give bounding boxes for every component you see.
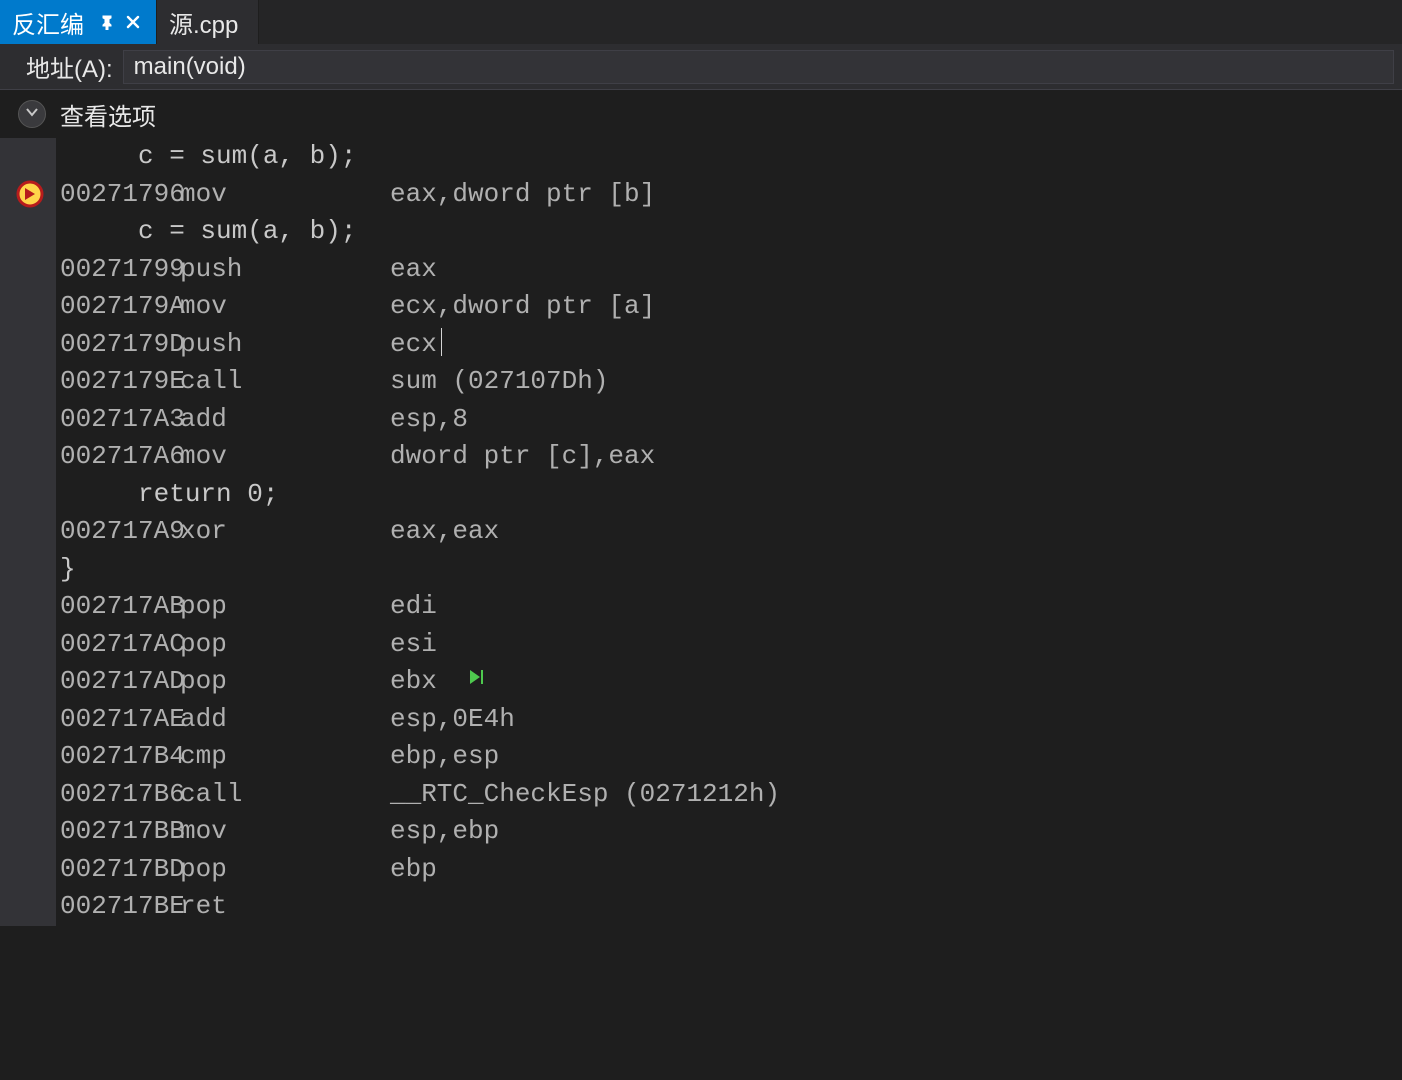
code-line[interactable]: c = sum(a, b); — [60, 213, 1402, 251]
instruction-address: 002717BE — [60, 888, 180, 926]
instruction-address: 002717B4 — [60, 738, 180, 776]
address-bar: 地址(A): — [0, 44, 1402, 90]
code-line[interactable]: c = sum(a, b); — [60, 138, 1402, 176]
tab-label: 源.cpp — [169, 5, 238, 40]
tab-label: 反汇编 — [12, 5, 84, 40]
instruction-mnemonic: pop — [180, 588, 390, 626]
instruction-mnemonic: cmp — [180, 738, 390, 776]
instruction-operands: ebx — [390, 666, 437, 696]
instruction-address: 002717AD — [60, 663, 180, 701]
instruction-operands: esp,8 — [390, 404, 468, 434]
instruction-mnemonic: mov — [180, 176, 390, 214]
instruction-address: 002717A6 — [60, 438, 180, 476]
instruction-mnemonic: ret — [180, 888, 390, 926]
instruction-mnemonic: mov — [180, 288, 390, 326]
instruction-mnemonic: mov — [180, 813, 390, 851]
instruction-address: 002717BB — [60, 813, 180, 851]
instruction-operands: eax — [390, 254, 437, 284]
instruction-operands: sum (027107Dh) — [390, 366, 608, 396]
tab-bar: 反汇编 源.cpp — [0, 0, 1402, 44]
instruction-mnemonic: add — [180, 701, 390, 739]
code-line[interactable]: 002717B6call__RTC_CheckEsp (0271212h) — [60, 776, 1402, 814]
gutter[interactable] — [0, 138, 56, 926]
instruction-operands: dword ptr [c],eax — [390, 441, 655, 471]
source-line: c = sum(a, b); — [60, 216, 356, 246]
code-line[interactable]: 002717BEret — [60, 888, 1402, 926]
code-line[interactable]: 002717ABpopedi — [60, 588, 1402, 626]
code-line[interactable]: 0027179Ecallsum (027107Dh) — [60, 363, 1402, 401]
instruction-address: 002717AB — [60, 588, 180, 626]
run-to-cursor-icon[interactable] — [467, 668, 485, 686]
instruction-mnemonic: call — [180, 363, 390, 401]
instruction-mnemonic: push — [180, 326, 390, 364]
source-line: c = sum(a, b); — [60, 141, 356, 171]
code-line[interactable]: 002717A3addesp,8 — [60, 401, 1402, 439]
view-options-label: 查看选项 — [60, 97, 156, 132]
brace: } — [60, 554, 76, 584]
instruction-operands: eax,eax — [390, 516, 499, 546]
code-line[interactable]: 002717A9xoreax,eax — [60, 513, 1402, 551]
instruction-address: 002717BD — [60, 851, 180, 889]
current-instruction-pointer-icon — [16, 180, 44, 208]
instruction-mnemonic: pop — [180, 851, 390, 889]
instruction-address: 0027179E — [60, 363, 180, 401]
address-input[interactable] — [123, 50, 1394, 84]
code-line[interactable]: } — [60, 551, 1402, 589]
code-line[interactable]: 002717A6movdword ptr [c],eax — [60, 438, 1402, 476]
code-line[interactable]: return 0; — [60, 476, 1402, 514]
tab-disassembly[interactable]: 反汇编 — [0, 0, 157, 44]
instruction-operands: esp,0E4h — [390, 704, 515, 734]
code-line[interactable]: 002717ACpopesi — [60, 626, 1402, 664]
chevron-down-icon — [25, 105, 39, 124]
code-line[interactable]: 002717AEaddesp,0E4h — [60, 701, 1402, 739]
address-label: 地址(A): — [26, 49, 113, 84]
code-line[interactable]: 0027179Dpushecx — [60, 326, 1402, 364]
code-line[interactable]: 00271799pusheax — [60, 251, 1402, 289]
instruction-operands: ebp,esp — [390, 741, 499, 771]
code-line[interactable]: 002717BBmovesp,ebp — [60, 813, 1402, 851]
options-bar: 查看选项 — [0, 90, 1402, 138]
instruction-mnemonic: push — [180, 251, 390, 289]
instruction-operands: esp,ebp — [390, 816, 499, 846]
disassembly-view[interactable]: c = sum(a, b);00271796moveax,dword ptr [… — [0, 138, 1402, 926]
code-lines[interactable]: c = sum(a, b);00271796moveax,dword ptr [… — [56, 138, 1402, 926]
code-line[interactable]: 002717BDpopebp — [60, 851, 1402, 889]
instruction-mnemonic: call — [180, 776, 390, 814]
instruction-mnemonic: mov — [180, 438, 390, 476]
instruction-address: 002717AC — [60, 626, 180, 664]
view-options-toggle[interactable] — [18, 100, 46, 128]
tab-source-cpp[interactable]: 源.cpp — [157, 0, 259, 44]
instruction-address: 002717A3 — [60, 401, 180, 439]
code-line[interactable]: 0027179Amovecx,dword ptr [a] — [60, 288, 1402, 326]
instruction-address: 002717A9 — [60, 513, 180, 551]
instruction-address: 002717B6 — [60, 776, 180, 814]
text-cursor — [441, 328, 442, 356]
instruction-address: 0027179A — [60, 288, 180, 326]
instruction-operands: edi — [390, 591, 437, 621]
instruction-operands: esi — [390, 629, 437, 659]
instruction-mnemonic: xor — [180, 513, 390, 551]
close-icon[interactable] — [122, 11, 144, 33]
source-line: return 0; — [60, 479, 278, 509]
instruction-operands: ecx — [390, 329, 437, 359]
instruction-operands: ecx,dword ptr [a] — [390, 291, 655, 321]
instruction-mnemonic: pop — [180, 663, 390, 701]
instruction-address: 0027179D — [60, 326, 180, 364]
code-line[interactable]: 00271796moveax,dword ptr [b] — [60, 176, 1402, 214]
instruction-address: 00271799 — [60, 251, 180, 289]
code-line[interactable]: 002717B4cmpebp,esp — [60, 738, 1402, 776]
instruction-operands: ebp — [390, 854, 437, 884]
instruction-address: 00271796 — [60, 176, 180, 214]
code-line[interactable]: 002717ADpopebx — [60, 663, 1402, 701]
instruction-mnemonic: add — [180, 401, 390, 439]
instruction-operands: eax,dword ptr [b] — [390, 179, 655, 209]
instruction-mnemonic: pop — [180, 626, 390, 664]
pin-icon[interactable] — [96, 11, 118, 33]
instruction-operands: __RTC_CheckEsp (0271212h) — [390, 779, 780, 809]
instruction-address: 002717AE — [60, 701, 180, 739]
